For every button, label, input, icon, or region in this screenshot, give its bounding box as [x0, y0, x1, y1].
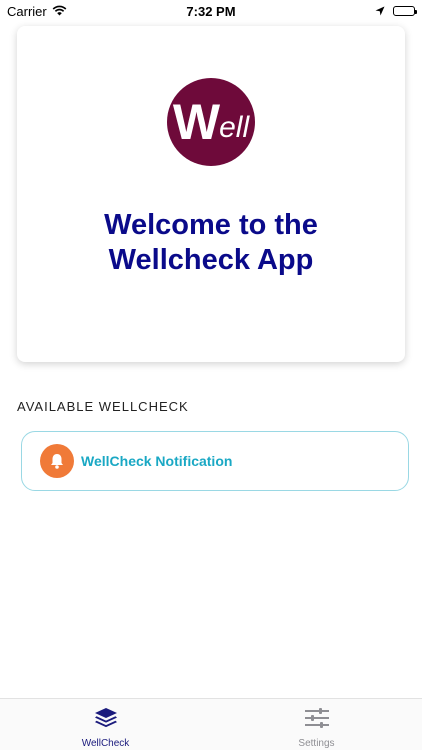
status-time: 7:32 PM [186, 4, 236, 19]
logo-letters: ell [219, 111, 250, 144]
welcome-title: Welcome to the Wellcheck App [17, 208, 405, 278]
sliders-icon [304, 707, 330, 734]
wellcheck-notification-item[interactable]: WellCheck Notification [21, 431, 409, 491]
wellcheck-item-label: WellCheck Notification [81, 453, 233, 469]
tab-wellcheck[interactable]: WellCheck [0, 699, 211, 750]
tab-settings-label: Settings [298, 738, 335, 749]
welcome-card: Well Welcome to the Wellcheck App [17, 26, 405, 362]
logo-letter: W [172, 94, 220, 150]
section-header: AVAILABLE WELLCHECK [17, 399, 189, 414]
tab-wellcheck-label: WellCheck [81, 738, 130, 749]
welcome-title-line2: Wellcheck App [108, 244, 314, 276]
tab-settings[interactable]: Settings [211, 699, 422, 750]
bell-icon [40, 444, 74, 478]
tab-bar: WellCheck Settings [0, 698, 422, 750]
status-bar: Carrier 7:32 PM [0, 0, 422, 22]
app-screen: Carrier 7:32 PM Well Welcome to the Well… [0, 0, 422, 750]
layers-icon [93, 707, 119, 734]
wellcheck-logo: Well [167, 78, 255, 166]
welcome-title-line1: Welcome to the [104, 209, 318, 241]
battery-icon [393, 6, 417, 16]
